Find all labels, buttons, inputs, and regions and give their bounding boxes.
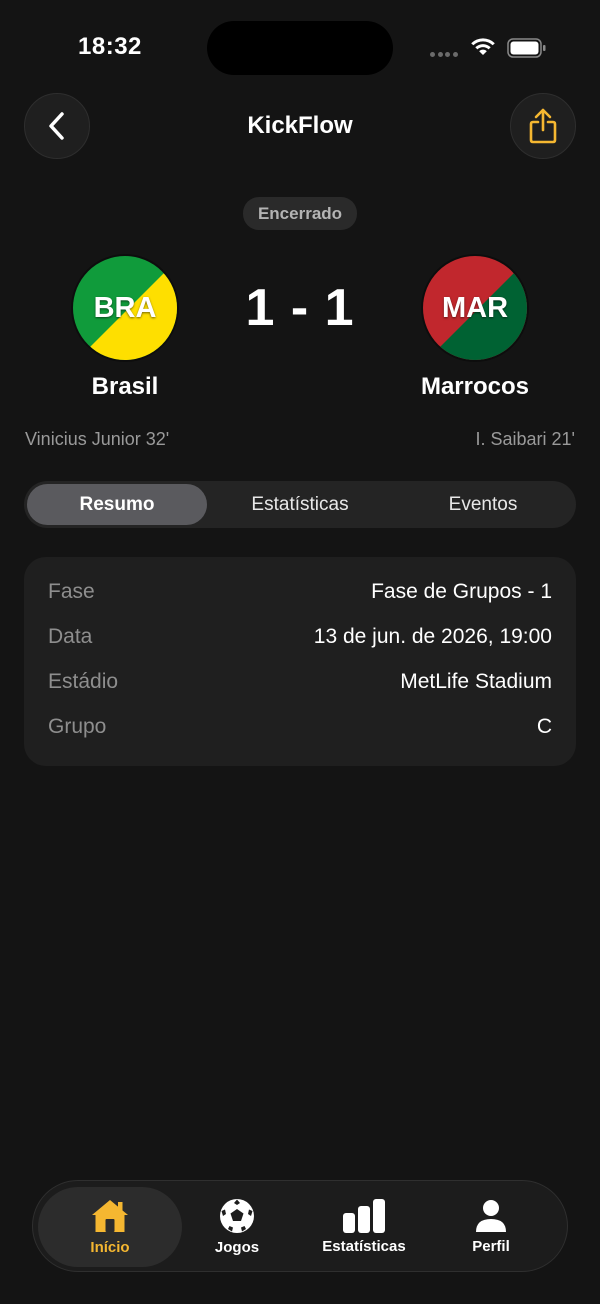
battery-icon — [507, 38, 546, 58]
info-row-stadium: Estádio MetLife Stadium — [48, 670, 552, 700]
info-value: C — [536, 715, 552, 738]
info-value: MetLife Stadium — [400, 670, 552, 693]
house-icon — [92, 1200, 128, 1232]
soccer-ball-icon — [220, 1199, 254, 1233]
share-icon — [529, 108, 557, 144]
tab-bar-item-perfil[interactable]: Perfil — [419, 1187, 563, 1267]
tab-bar-label: Perfil — [472, 1238, 510, 1255]
dynamic-island — [207, 21, 393, 75]
tab-bar-label: Estatísticas — [322, 1238, 406, 1255]
match-status-badge: Encerrado — [243, 197, 357, 230]
home-goal-scorer: Vinicius Junior 32' — [25, 429, 170, 449]
info-row-group: Grupo C — [48, 715, 552, 745]
share-button[interactable] — [510, 93, 576, 159]
wifi-icon — [471, 38, 495, 55]
person-icon — [476, 1200, 506, 1232]
info-row-date: Data 13 de jun. de 2026, 19:00 — [48, 625, 552, 655]
info-value: Fase de Grupos - 1 — [371, 580, 552, 603]
tab-bar-item-inicio[interactable]: Início — [38, 1187, 182, 1267]
away-team-code: MAR — [441, 291, 509, 324]
match-detail-tabs: Resumo Estatísticas Eventos — [24, 481, 576, 528]
tab-estatisticas[interactable]: Estatísticas — [210, 484, 390, 525]
bottom-tab-bar: Início Jogos Estatísticas Perfil — [32, 1180, 568, 1272]
tab-bar-item-jogos[interactable]: Jogos — [165, 1187, 309, 1267]
tab-bar-label: Jogos — [214, 1239, 260, 1256]
tab-bar-label: Início — [90, 1239, 130, 1256]
tab-resumo[interactable]: Resumo — [27, 484, 207, 525]
match-score: 1 - 1 — [245, 279, 355, 337]
info-value: 13 de jun. de 2026, 19:00 — [313, 625, 552, 648]
away-team-name: Marrocos — [420, 373, 530, 400]
away-goal-scorer: I. Saibari 21' — [475, 429, 576, 449]
info-label: Fase — [48, 580, 95, 603]
home-team-logo[interactable]: BRA — [71, 254, 179, 362]
info-label: Grupo — [48, 715, 107, 738]
match-info-card: Fase Fase de Grupos - 1 Data 13 de jun. … — [24, 557, 576, 766]
tab-eventos[interactable]: Eventos — [393, 484, 573, 525]
bar-chart-icon — [343, 1199, 385, 1233]
home-team-code: BRA — [93, 291, 157, 324]
cellular-signal-icon — [430, 52, 460, 58]
tab-bar-item-estatisticas[interactable]: Estatísticas — [292, 1187, 436, 1267]
info-row-phase: Fase Fase de Grupos - 1 — [48, 580, 552, 610]
away-team-logo[interactable]: MAR — [421, 254, 529, 362]
status-time: 18:32 — [78, 33, 142, 60]
home-team-name: Brasil — [91, 373, 159, 400]
info-label: Estádio — [48, 670, 119, 693]
info-label: Data — [48, 625, 93, 648]
status-bar: 18:32 — [0, 0, 600, 90]
